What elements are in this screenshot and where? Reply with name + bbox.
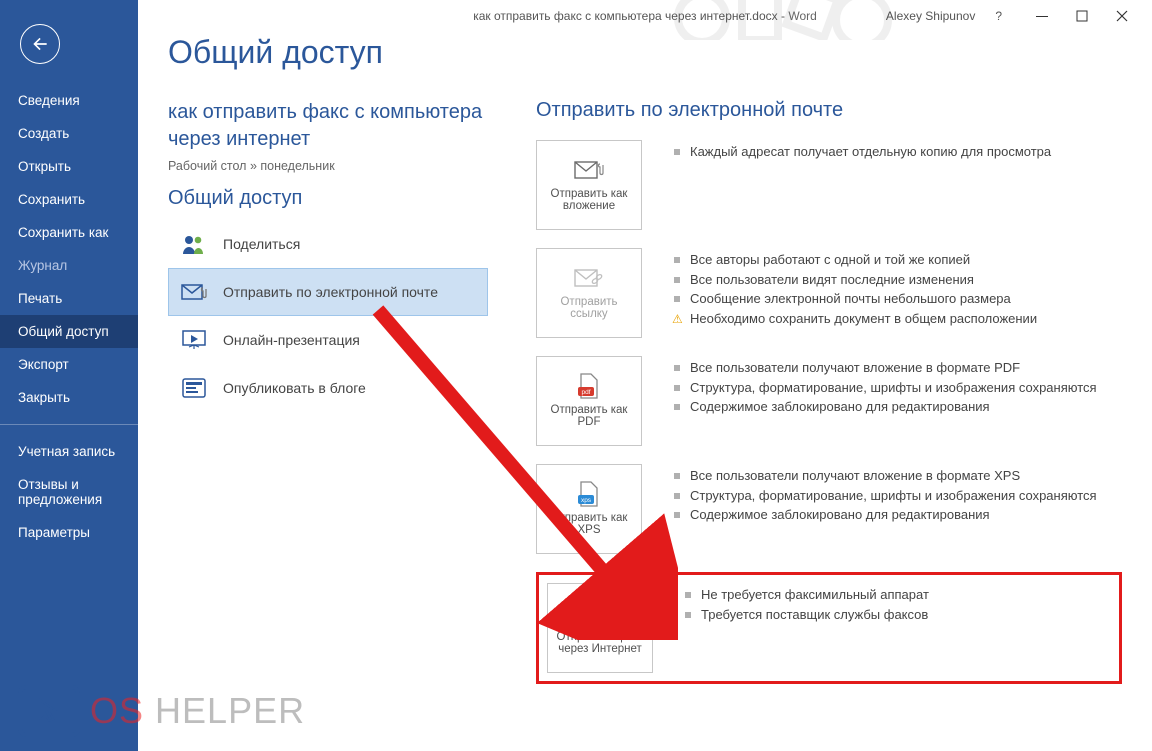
bullet: Сообщение электронной почты небольшого р… — [672, 289, 1037, 309]
nav-open[interactable]: Открыть — [0, 150, 138, 183]
nav-separator — [0, 424, 138, 425]
blog-icon — [181, 375, 207, 401]
tile-send-pdf[interactable]: pdf Отправить как PDF — [536, 356, 642, 446]
document-title: как отправить факс с компьютера через ин… — [168, 99, 488, 153]
presentation-icon — [181, 327, 207, 353]
option-bullets: Не требуется факсимильный аппарат Требуе… — [683, 583, 929, 624]
tile-send-link: Отправить ссылку — [536, 248, 642, 338]
share-item-label: Поделиться — [223, 236, 300, 252]
option-bullets: Все авторы работают с одной и той же коп… — [672, 248, 1037, 328]
tile-send-attachment[interactable]: Отправить как вложение — [536, 140, 642, 230]
option-pdf: pdf Отправить как PDF Все пользователи п… — [536, 356, 1122, 446]
backstage-sidebar: Сведения Создать Открыть Сохранить Сохра… — [0, 0, 138, 751]
share-item-email[interactable]: Отправить по электронной почте — [168, 268, 488, 316]
nav-print[interactable]: Печать — [0, 282, 138, 315]
tile-label: Отправить как XPS — [543, 512, 635, 536]
pdf-icon: pdf — [574, 374, 604, 398]
nav-feedback[interactable]: Отзывы и предложения — [0, 468, 138, 516]
tile-label: Отправить как PDF — [543, 404, 635, 428]
option-bullets: Все пользователи получают вложение в фор… — [672, 356, 1097, 417]
svg-text:xps: xps — [581, 497, 592, 504]
bullet: Все пользователи получают вложение в фор… — [672, 358, 1097, 378]
bullet: Все пользователи видят последние изменен… — [672, 270, 1037, 290]
share-item-share[interactable]: Поделиться — [168, 220, 488, 268]
nav-close[interactable]: Закрыть — [0, 381, 138, 414]
option-xps: xps Отправить как XPS Все пользователи п… — [536, 464, 1122, 554]
nav-new[interactable]: Создать — [0, 117, 138, 150]
nav-info[interactable]: Сведения — [0, 84, 138, 117]
nav-saveas[interactable]: Сохранить как — [0, 216, 138, 249]
bullet: Структура, форматирование, шрифты и изоб… — [672, 486, 1097, 506]
left-section-heading: Общий доступ — [168, 187, 488, 210]
nav-options[interactable]: Параметры — [0, 516, 138, 549]
tile-label: Отправить ссылку — [543, 296, 635, 320]
share-item-present[interactable]: Онлайн-презентация — [168, 316, 488, 364]
people-icon — [181, 231, 207, 257]
tile-label: Отправить факс через Интернет — [554, 631, 646, 655]
nav-history[interactable]: Журнал — [0, 249, 138, 282]
watermark-cursor-icon — [18, 685, 80, 737]
watermark-text: OS HELPER — [90, 690, 305, 732]
right-heading: Отправить по электронной почте — [536, 99, 1122, 122]
nav-account[interactable]: Учетная запись — [0, 435, 138, 468]
share-list: Поделиться Отправить по электронной почт… — [168, 220, 488, 412]
tile-label: Отправить как вложение — [543, 188, 635, 212]
option-link: Отправить ссылку Все авторы работают с о… — [536, 248, 1122, 338]
arrow-left-icon — [30, 34, 50, 54]
envelope-attach-icon — [574, 158, 604, 182]
option-bullets: Все пользователи получают вложение в фор… — [672, 464, 1097, 525]
tile-send-xps[interactable]: xps Отправить как XPS — [536, 464, 642, 554]
bullet: Требуется поставщик службы факсов — [683, 605, 929, 625]
bullet: Каждый адресат получает отдельную копию … — [672, 142, 1051, 162]
back-button[interactable] — [20, 24, 60, 64]
tile-send-fax[interactable]: Отправить факс через Интернет — [547, 583, 653, 673]
left-column: как отправить факс с компьютера через ин… — [168, 99, 488, 702]
breadcrumb: Рабочий стол » понедельник — [168, 159, 488, 173]
option-bullets: Каждый адресат получает отдельную копию … — [672, 140, 1051, 162]
right-column: Отправить по электронной почте Отправить… — [536, 99, 1122, 702]
xps-icon: xps — [574, 482, 604, 506]
bullet: Все авторы работают с одной и той же коп… — [672, 250, 1037, 270]
fax-icon — [585, 601, 615, 625]
nav-save[interactable]: Сохранить — [0, 183, 138, 216]
share-item-blog[interactable]: Опубликовать в блоге — [168, 364, 488, 412]
bullet: Все пользователи получают вложение в фор… — [672, 466, 1097, 486]
share-item-label: Онлайн-презентация — [223, 332, 360, 348]
envelope-link-icon — [574, 266, 604, 290]
option-fax: Отправить факс через Интернет Не требует… — [536, 572, 1122, 684]
page-title: Общий доступ — [168, 34, 1122, 71]
envelope-attach-icon — [181, 279, 207, 305]
content: Общий доступ как отправить факс с компью… — [138, 0, 1152, 751]
bullet: Содержимое заблокировано для редактирова… — [672, 397, 1097, 417]
bullet: Не требуется факсимильный аппарат — [683, 585, 929, 605]
share-item-label: Отправить по электронной почте — [223, 284, 438, 300]
bullet: Содержимое заблокировано для редактирова… — [672, 505, 1097, 525]
bullet: Структура, форматирование, шрифты и изоб… — [672, 378, 1097, 398]
bullet-warning: Необходимо сохранить документ в общем ра… — [672, 309, 1037, 329]
nav-share[interactable]: Общий доступ — [0, 315, 138, 348]
svg-text:pdf: pdf — [581, 389, 590, 396]
watermark: OS HELPER — [18, 685, 305, 737]
nav-export[interactable]: Экспорт — [0, 348, 138, 381]
option-attachment: Отправить как вложение Каждый адресат по… — [536, 140, 1122, 230]
share-item-label: Опубликовать в блоге — [223, 380, 366, 396]
nav-main: Сведения Создать Открыть Сохранить Сохра… — [0, 84, 138, 549]
